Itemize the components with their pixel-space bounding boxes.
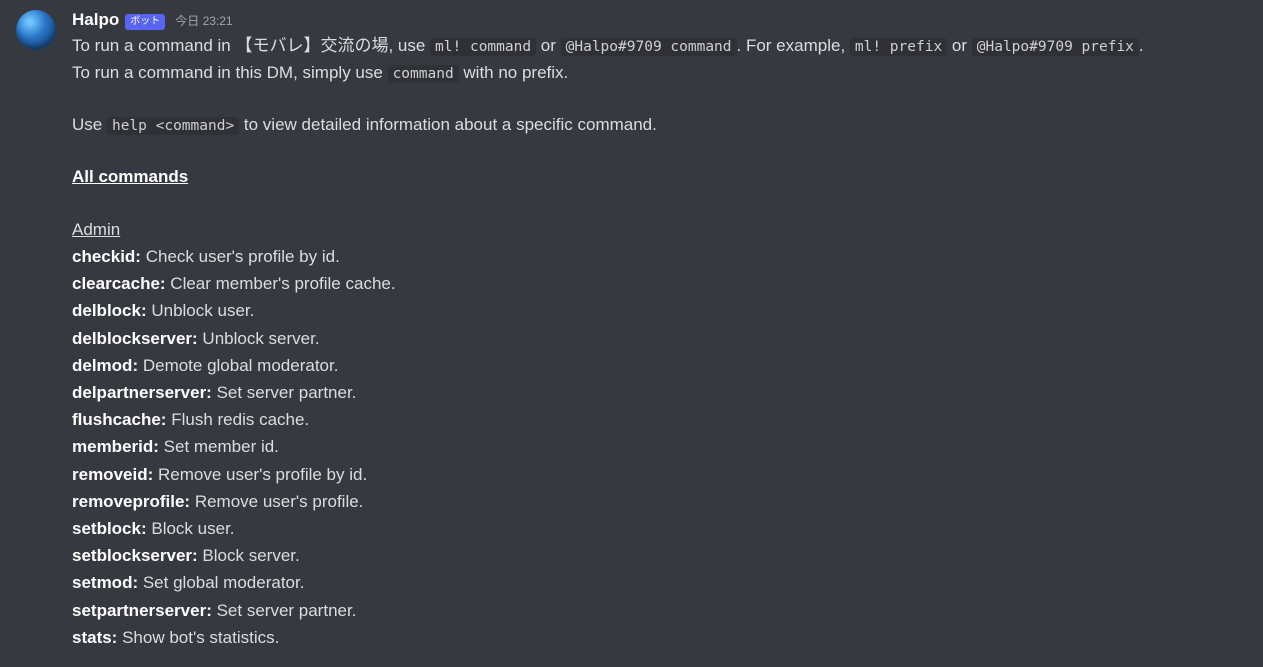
text: with no prefix. bbox=[459, 63, 569, 82]
command-line: delmod: Demote global moderator. bbox=[72, 352, 1247, 379]
section-heading-admin: Admin bbox=[72, 220, 120, 239]
command-desc: Show bot's statistics. bbox=[117, 628, 279, 647]
command-desc: Demote global moderator. bbox=[138, 356, 338, 375]
code-snippet: ml! prefix bbox=[850, 38, 947, 56]
all-commands-heading: All commands bbox=[72, 167, 188, 186]
command-desc: Remove user's profile by id. bbox=[153, 465, 367, 484]
code-snippet: @Halpo#9709 command bbox=[561, 38, 737, 56]
author-name[interactable]: Halpo bbox=[72, 8, 119, 31]
command-name: setblock: bbox=[72, 519, 147, 538]
command-desc: Unblock server. bbox=[198, 329, 320, 348]
text: or bbox=[536, 36, 561, 55]
command-line: setblockserver: Block server. bbox=[72, 542, 1247, 569]
code-snippet: command bbox=[388, 65, 459, 83]
command-line: setpartnerserver: Set server partner. bbox=[72, 597, 1247, 624]
command-name: delblockserver: bbox=[72, 329, 198, 348]
text: to view detailed information about a spe… bbox=[239, 115, 657, 134]
command-desc: Block server. bbox=[198, 546, 300, 565]
message: Halpo ボット 今日 23:21 To run a command in 【… bbox=[0, 0, 1263, 659]
command-line: checkid: Check user's profile by id. bbox=[72, 243, 1247, 270]
text: To run a command in this DM, simply use bbox=[72, 63, 388, 82]
command-line: flushcache: Flush redis cache. bbox=[72, 406, 1247, 433]
intro-line-2: To run a command in this DM, simply use … bbox=[72, 60, 1247, 86]
command-name: checkid: bbox=[72, 247, 141, 266]
text: To run a command in 【モバレ】交流の場, use bbox=[72, 36, 430, 55]
command-name: clearcache: bbox=[72, 274, 166, 293]
command-name: setpartnerserver: bbox=[72, 601, 212, 620]
command-line: stats: Show bot's statistics. bbox=[72, 624, 1247, 651]
command-line: setblock: Block user. bbox=[72, 515, 1247, 542]
command-line: delblockserver: Unblock server. bbox=[72, 325, 1247, 352]
text: or bbox=[947, 36, 972, 55]
command-name: removeid: bbox=[72, 465, 153, 484]
timestamp: 今日 23:21 bbox=[175, 13, 232, 30]
command-desc: Set global moderator. bbox=[138, 573, 304, 592]
command-line: memberid: Set member id. bbox=[72, 433, 1247, 460]
command-name: delmod: bbox=[72, 356, 138, 375]
command-desc: Check user's profile by id. bbox=[141, 247, 340, 266]
command-line: removeprofile: Remove user's profile. bbox=[72, 488, 1247, 515]
intro-line-1: To run a command in 【モバレ】交流の場, use ml! c… bbox=[72, 33, 1247, 59]
command-desc: Unblock user. bbox=[147, 301, 255, 320]
text: . For example, bbox=[737, 36, 850, 55]
command-desc: Set server partner. bbox=[212, 383, 357, 402]
command-line: clearcache: Clear member's profile cache… bbox=[72, 270, 1247, 297]
command-name: delpartnerserver: bbox=[72, 383, 212, 402]
command-name: stats: bbox=[72, 628, 117, 647]
commands-list: checkid: Check user's profile by id.clea… bbox=[72, 243, 1247, 651]
code-snippet: help <command> bbox=[107, 117, 239, 135]
command-name: removeprofile: bbox=[72, 492, 190, 511]
avatar[interactable] bbox=[16, 10, 56, 50]
command-desc: Remove user's profile. bbox=[190, 492, 363, 511]
command-name: setmod: bbox=[72, 573, 138, 592]
command-line: removeid: Remove user's profile by id. bbox=[72, 461, 1247, 488]
command-desc: Set server partner. bbox=[212, 601, 357, 620]
command-name: setblockserver: bbox=[72, 546, 198, 565]
intro-line-3: Use help <command> to view detailed info… bbox=[72, 112, 1247, 138]
command-line: setmod: Set global moderator. bbox=[72, 569, 1247, 596]
command-desc: Set member id. bbox=[159, 437, 279, 456]
command-desc: Block user. bbox=[147, 519, 235, 538]
command-name: memberid: bbox=[72, 437, 159, 456]
command-line: delpartnerserver: Set server partner. bbox=[72, 379, 1247, 406]
command-name: delblock: bbox=[72, 301, 147, 320]
message-content: Halpo ボット 今日 23:21 To run a command in 【… bbox=[72, 8, 1247, 651]
code-snippet: ml! command bbox=[430, 38, 536, 56]
code-snippet: @Halpo#9709 prefix bbox=[972, 38, 1139, 56]
command-desc: Clear member's profile cache. bbox=[166, 274, 396, 293]
command-desc: Flush redis cache. bbox=[166, 410, 309, 429]
message-header: Halpo ボット 今日 23:21 bbox=[72, 8, 1247, 31]
text: . bbox=[1139, 36, 1144, 55]
message-body: To run a command in 【モバレ】交流の場, use ml! c… bbox=[72, 33, 1247, 651]
command-name: flushcache: bbox=[72, 410, 166, 429]
text: Use bbox=[72, 115, 107, 134]
bot-tag: ボット bbox=[125, 14, 165, 30]
command-line: delblock: Unblock user. bbox=[72, 297, 1247, 324]
